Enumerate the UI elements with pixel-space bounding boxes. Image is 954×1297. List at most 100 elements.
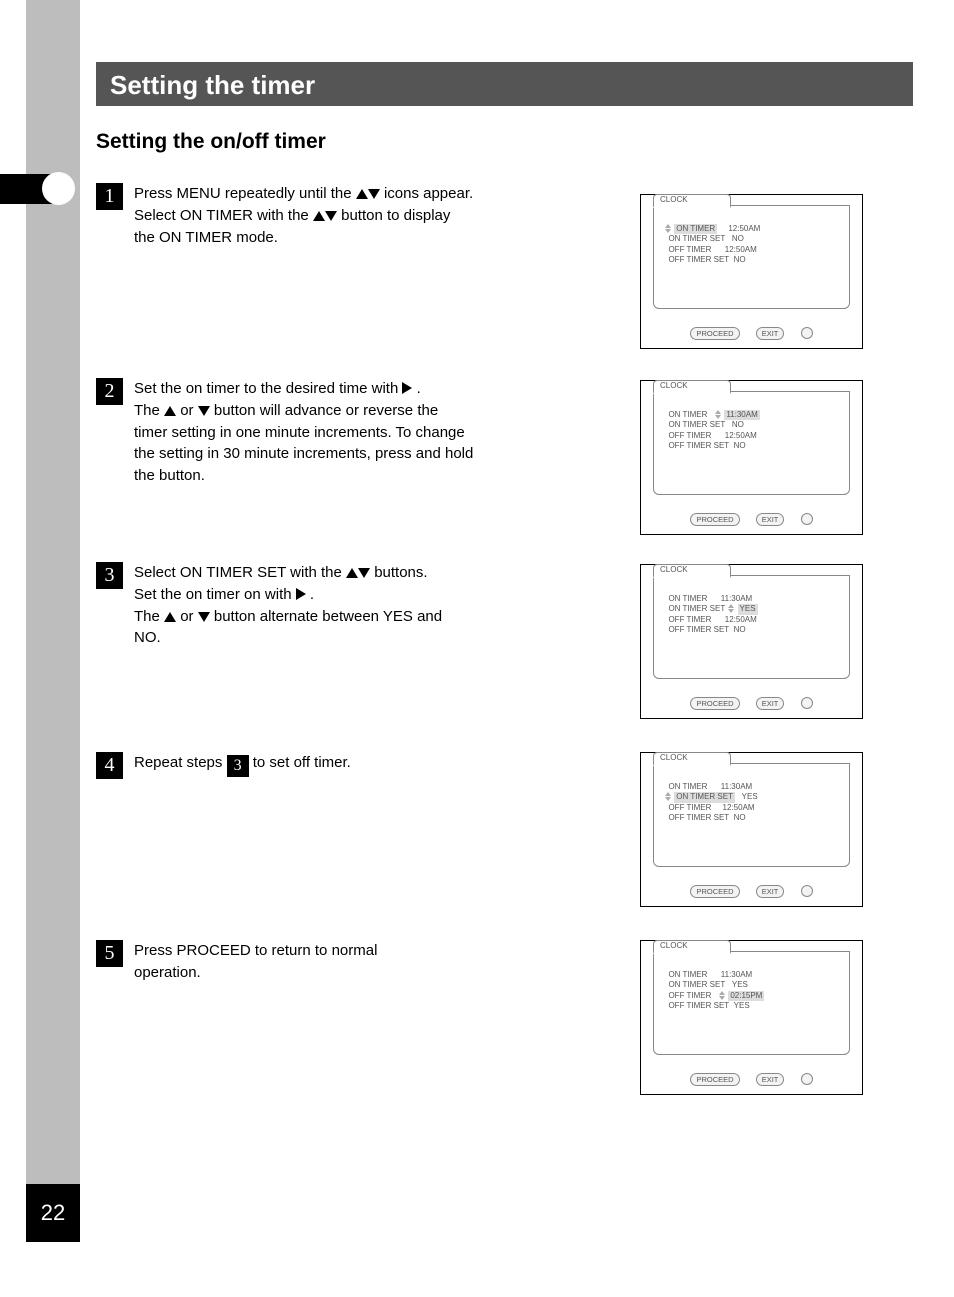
text: . <box>310 586 314 603</box>
osd-button-row: PROCEED EXIT <box>641 324 862 342</box>
osd-label: ON TIMER SET <box>668 980 725 989</box>
osd-screen: CLOCK ON TIMER 11:30AM ON TIMER SET YES … <box>653 763 850 867</box>
tab-hinge-circle <box>42 172 75 205</box>
osd-highlight: ON TIMER SET <box>674 792 735 802</box>
osd-value: 12:50AM <box>725 431 757 440</box>
osd-panel-5: CLOCK ON TIMER 11:30AM ON TIMER SET YES … <box>640 940 863 1095</box>
up-icon <box>164 612 176 622</box>
osd-exit-button[interactable]: EXIT <box>756 1073 785 1086</box>
step-1: 1 Press MENU repeatedly until the icons … <box>96 183 626 248</box>
osd-proceed-button[interactable]: PROCEED <box>690 885 739 898</box>
osd-value: 12:50AM <box>728 224 760 233</box>
down-icon <box>358 568 370 578</box>
step-text: Select ON TIMER SET with the buttons. Se… <box>134 562 626 649</box>
osd-highlight: 02:15PM <box>728 991 764 1001</box>
osd-value: YES <box>732 980 748 989</box>
down-icon <box>325 211 337 221</box>
osd-button-row: PROCEED EXIT <box>641 1070 862 1088</box>
osd-tab-label: CLOCK <box>660 753 688 762</box>
up-icon <box>164 406 176 416</box>
right-icon <box>296 588 306 600</box>
osd-label: ON TIMER SET <box>668 604 725 613</box>
up-icon <box>346 568 358 578</box>
osd-proceed-button[interactable]: PROCEED <box>690 1073 739 1086</box>
step-ref: 3 <box>227 755 249 777</box>
text: or <box>180 402 198 419</box>
osd-extra-button[interactable] <box>801 327 813 339</box>
osd-label: OFF TIMER SET <box>668 1001 729 1010</box>
osd-label: OFF TIMER <box>668 991 711 1000</box>
osd-exit-button[interactable]: EXIT <box>756 697 785 710</box>
step-number: 1 <box>96 183 123 210</box>
down-icon <box>368 189 380 199</box>
step-text: Press PROCEED to return to normal operat… <box>134 940 626 984</box>
osd-value: NO <box>734 813 746 822</box>
text: timer setting in one minute increments. … <box>134 424 465 441</box>
step-number: 2 <box>96 378 123 405</box>
osd-label: ON TIMER <box>668 594 707 603</box>
text: or <box>180 608 198 625</box>
text: icons appear. <box>384 185 473 202</box>
osd-label: OFF TIMER SET <box>668 625 729 634</box>
osd-button-row: PROCEED EXIT <box>641 510 862 528</box>
text: Repeat steps <box>134 754 227 771</box>
osd-panel-4: CLOCK ON TIMER 11:30AM ON TIMER SET YES … <box>640 752 863 907</box>
step-text: Repeat steps 3 to set off timer. <box>134 752 626 777</box>
osd-exit-button[interactable]: EXIT <box>756 327 785 340</box>
osd-value: YES <box>734 1001 750 1010</box>
text: the button. <box>134 467 205 484</box>
osd-proceed-button[interactable]: PROCEED <box>690 327 739 340</box>
osd-panel-2: CLOCK ON TIMER 11:30AM ON TIMER SET NO O… <box>640 380 863 535</box>
osd-label: ON TIMER <box>668 970 707 979</box>
text: NO. <box>134 629 161 646</box>
osd-extra-button[interactable] <box>801 513 813 525</box>
text: button will advance or reverse the <box>214 402 438 419</box>
osd-value: NO <box>734 625 746 634</box>
down-icon <box>198 612 210 622</box>
osd-exit-button[interactable]: EXIT <box>756 885 785 898</box>
osd-exit-button[interactable]: EXIT <box>756 513 785 526</box>
text: the ON TIMER mode. <box>134 229 278 246</box>
text: Select ON TIMER with the <box>134 207 313 224</box>
osd-extra-button[interactable] <box>801 885 813 897</box>
step-2: 2 Set the on timer to the desired time w… <box>96 378 626 487</box>
osd-screen: CLOCK ON TIMER 12:50AM ON TIMER SET NO O… <box>653 205 850 309</box>
text: The <box>134 608 164 625</box>
text: to set off timer. <box>253 754 351 771</box>
osd-screen: CLOCK ON TIMER 11:30AM ON TIMER SET YES … <box>653 951 850 1055</box>
text: the setting in 30 minute increments, pre… <box>134 445 473 462</box>
text: Set the on timer to the desired time wit… <box>134 380 402 397</box>
osd-button-row: PROCEED EXIT <box>641 882 862 900</box>
osd-extra-button[interactable] <box>801 1073 813 1085</box>
osd-button-row: PROCEED EXIT <box>641 694 862 712</box>
step-5: 5 Press PROCEED to return to normal oper… <box>96 940 626 984</box>
osd-value: NO <box>734 441 746 450</box>
osd-value: NO <box>734 255 746 264</box>
osd-highlight: YES <box>738 604 758 614</box>
text: Set the on timer on with <box>134 586 296 603</box>
osd-value: NO <box>732 420 744 429</box>
osd-label: ON TIMER <box>668 782 707 791</box>
osd-label: ON TIMER <box>668 410 707 419</box>
osd-value: NO <box>732 234 744 243</box>
up-icon <box>313 211 325 221</box>
section-subtitle: Setting the on/off timer <box>96 130 326 154</box>
osd-proceed-button[interactable]: PROCEED <box>690 697 739 710</box>
osd-value: 11:30AM <box>721 970 752 979</box>
osd-label: OFF TIMER <box>668 615 711 624</box>
text: The <box>134 402 164 419</box>
osd-proceed-button[interactable]: PROCEED <box>690 513 739 526</box>
osd-tab-label: CLOCK <box>660 941 688 950</box>
osd-label: OFF TIMER <box>668 431 711 440</box>
osd-extra-button[interactable] <box>801 697 813 709</box>
osd-value: 11:30AM <box>721 594 752 603</box>
osd-label: OFF TIMER SET <box>668 813 729 822</box>
osd-highlight: 11:30AM <box>724 410 759 420</box>
step-4: 4 Repeat steps 3 to set off timer. <box>96 752 626 777</box>
step-number: 4 <box>96 752 123 779</box>
step-number: 3 <box>96 562 123 589</box>
down-icon <box>198 406 210 416</box>
text: Press MENU repeatedly until the <box>134 185 356 202</box>
osd-screen: CLOCK ON TIMER 11:30AM ON TIMER SET YES … <box>653 575 850 679</box>
osd-label: OFF TIMER <box>668 803 711 812</box>
